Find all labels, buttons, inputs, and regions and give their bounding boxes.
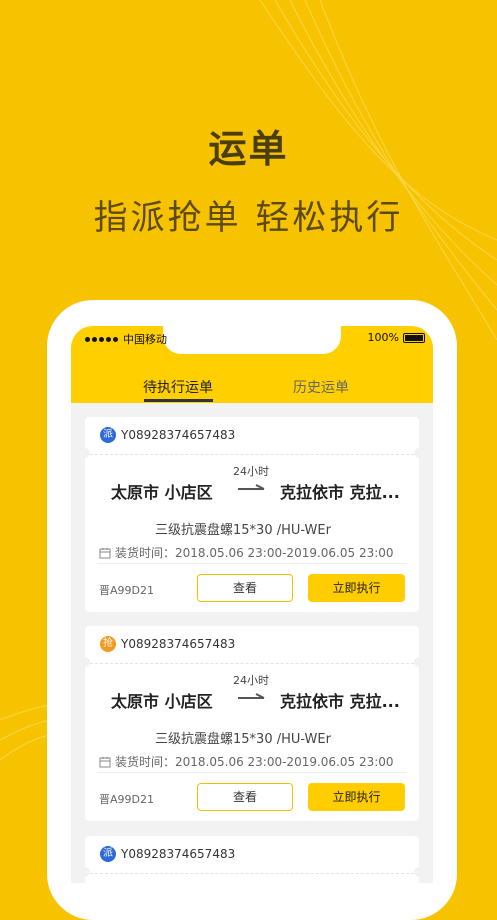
- view-button[interactable]: 查看: [197, 783, 293, 811]
- destination-city: 克拉依市 克拉...: [280, 692, 400, 711]
- card-notch-left: [80, 867, 90, 877]
- tab-pending-orders[interactable]: 待执行运单: [143, 377, 213, 397]
- order-number: Y08928374657483: [121, 847, 236, 861]
- grab-badge: 抢: [100, 636, 116, 652]
- load-time-row: 装货时间：2018.05.06 23:00-2019.06.05 23:00: [99, 753, 394, 770]
- license-plate: 晋A99D21: [99, 793, 154, 806]
- origin-city: 太原市 小店区: [111, 692, 213, 711]
- cargo-description: 三级抗震盘螺15*30 /HU-WEr: [155, 523, 331, 538]
- transit-duration: 24小时: [233, 465, 269, 478]
- calendar-icon: [99, 756, 111, 767]
- tab-history-orders[interactable]: 历史运单: [293, 377, 349, 397]
- status-bar-left: 中国移动: [85, 331, 167, 347]
- route-row: 太原市 小店区 24小时 克拉依市 克拉... 三级抗震盘螺15*30 /HU-…: [85, 455, 419, 602]
- license-plate: 晋A99D21: [99, 584, 154, 597]
- view-button[interactable]: 查看: [197, 574, 293, 602]
- order-card-header: 派 Y08928374657483: [80, 417, 424, 458]
- phone-notch: [163, 326, 341, 354]
- order-card-header: 抢 Y08928374657483: [80, 626, 424, 667]
- order-card[interactable]: 抢 Y08928374657483 太原市 小店区 24小时 克拉依市 克拉..…: [80, 626, 424, 821]
- hero-title: 运单: [208, 127, 289, 171]
- cargo-description: 三级抗震盘螺15*30 /HU-WEr: [155, 732, 331, 747]
- order-number: Y08928374657483: [121, 637, 236, 651]
- load-time: 装货时间：2018.05.06 23:00-2019.06.05 23:00: [115, 755, 394, 769]
- card-notch-right: [414, 867, 424, 877]
- hero-subtitle: 指派抢单 轻松执行: [93, 198, 404, 238]
- route-arrow-icon: [238, 484, 265, 490]
- origin-city: 太原市 小店区: [111, 483, 213, 502]
- dispatch-badge: 派: [100, 846, 116, 862]
- battery-icon: [403, 332, 425, 343]
- transit-duration: 24小时: [233, 674, 269, 687]
- battery-percent: 100%: [367, 331, 399, 344]
- carrier-name: 中国移动: [123, 333, 167, 346]
- signal-icon: [85, 336, 118, 342]
- dispatch-badge: 派: [100, 427, 116, 443]
- load-time-row: 装货时间：2018.05.06 23:00-2019.06.05 23:00: [99, 544, 394, 561]
- order-card[interactable]: 派 Y08928374657483 太原市 小店区 24小时 克拉依市 克拉..…: [80, 417, 424, 612]
- order-card-header: 派 Y08928374657483: [80, 836, 424, 877]
- load-time: 装货时间：2018.05.06 23:00-2019.06.05 23:00: [115, 546, 394, 560]
- status-bar-right: 100%: [368, 331, 425, 344]
- route-row: 太原市 小店区 24小时 克拉依市 克拉... 三级抗震盘螺15*30 /HU-…: [85, 664, 419, 811]
- app-header: 中国移动 100% 待执行运单 历史运单: [71, 326, 433, 403]
- divider: [97, 563, 407, 564]
- calendar-icon: [99, 547, 111, 558]
- order-card[interactable]: 派 Y08928374657483: [80, 836, 424, 883]
- divider: [97, 772, 407, 773]
- route-arrow-icon: [238, 693, 265, 699]
- execute-now-button[interactable]: 立即执行: [308, 574, 405, 602]
- execute-now-button[interactable]: 立即执行: [308, 783, 405, 811]
- destination-city: 克拉依市 克拉...: [280, 483, 400, 502]
- order-number: Y08928374657483: [121, 428, 236, 442]
- app-screen: 中国移动 100% 待执行运单 历史运单 派 Y08928374657483 太…: [71, 326, 433, 883]
- active-tab-indicator: [144, 399, 213, 402]
